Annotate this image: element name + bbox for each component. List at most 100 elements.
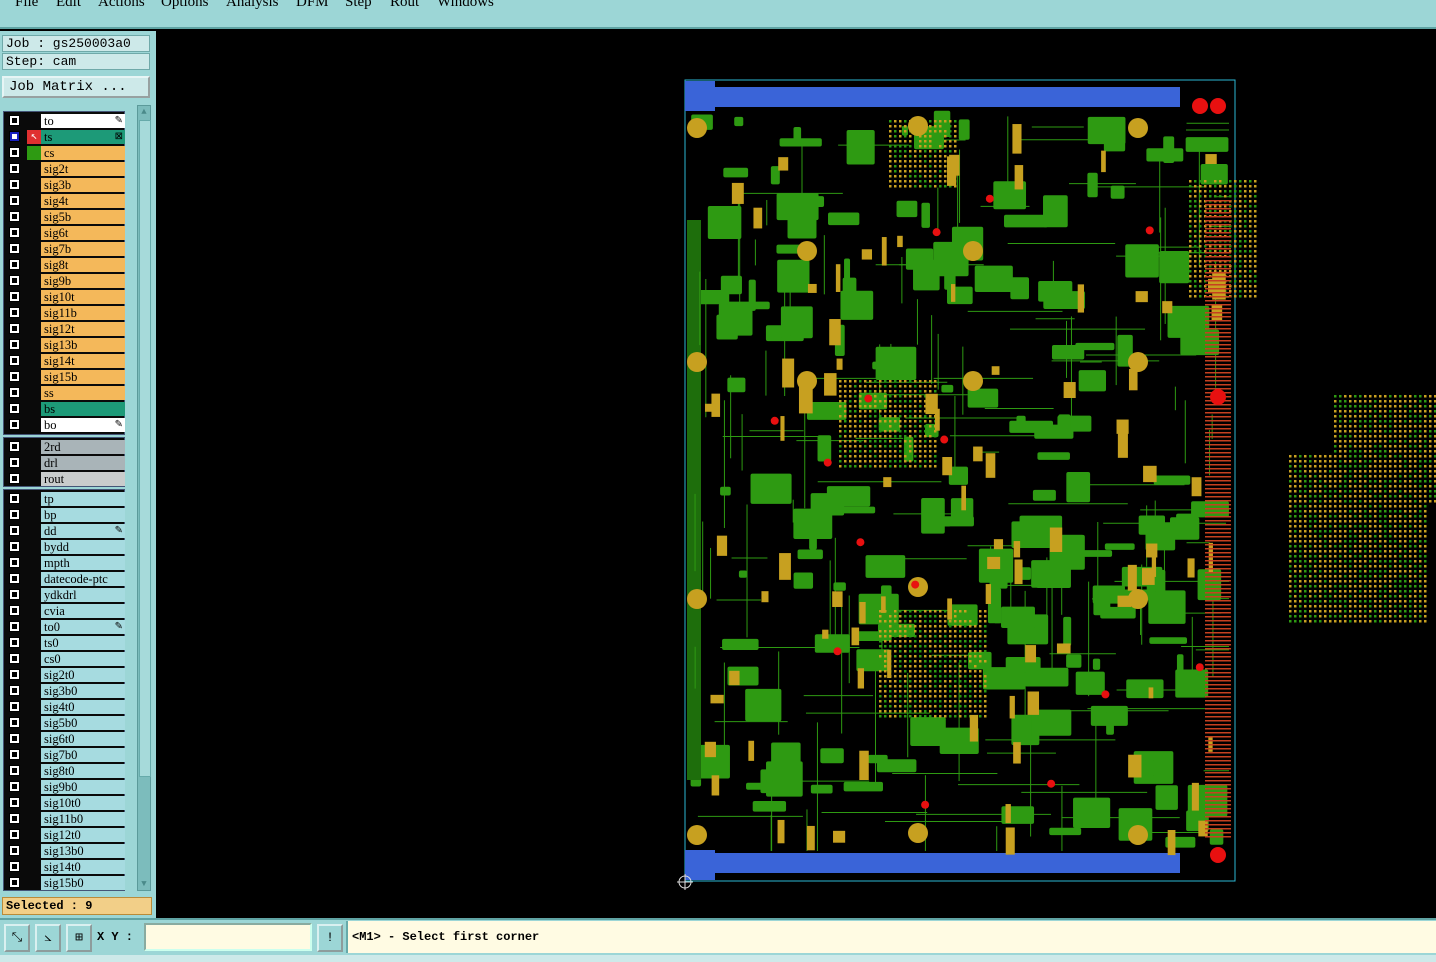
layer-row-mpth[interactable]: mpth xyxy=(4,555,125,571)
layer-checkbox[interactable] xyxy=(9,637,20,648)
layer-row-sig13b[interactable]: sig13b xyxy=(4,337,125,353)
layer-checkbox[interactable] xyxy=(9,717,20,728)
scroll-down-arrow-icon[interactable]: ▼ xyxy=(139,878,149,890)
layer-row-ss[interactable]: ss xyxy=(4,385,125,401)
layer-row-bp[interactable]: bp xyxy=(4,507,125,523)
layer-row-bs[interactable]: bs xyxy=(4,401,125,417)
layer-checkbox[interactable] xyxy=(9,355,20,366)
menu-edit[interactable]: Edit xyxy=(56,0,81,11)
layer-checkbox[interactable] xyxy=(9,243,20,254)
layer-row-sig15b0[interactable]: sig15b0 xyxy=(4,875,125,891)
layer-checkbox[interactable] xyxy=(9,493,20,504)
scroll-up-arrow-icon[interactable]: ▲ xyxy=(139,106,149,118)
layer-name[interactable]: drl xyxy=(41,456,125,470)
layer-row-cs[interactable]: cs xyxy=(4,145,125,161)
layer-name[interactable]: sig10t xyxy=(41,290,125,304)
layer-name[interactable]: ts ⊠ xyxy=(41,130,125,144)
layer-name[interactable]: sig12t0 xyxy=(41,828,125,842)
layer-row-sig10t0[interactable]: sig10t0 xyxy=(4,795,125,811)
layer-name[interactable]: sig8t xyxy=(41,258,125,272)
layer-name[interactable]: sig14t0 xyxy=(41,860,125,874)
layer-checkbox[interactable] xyxy=(9,211,20,222)
layer-row-sig5b0[interactable]: sig5b0 xyxy=(4,715,125,731)
layer-checkbox[interactable] xyxy=(9,473,20,484)
layer-checkbox[interactable] xyxy=(9,749,20,760)
layer-row-sig2t0[interactable]: sig2t0 xyxy=(4,667,125,683)
layer-checkbox[interactable] xyxy=(9,147,20,158)
layer-row-2rd[interactable]: 2rd xyxy=(4,439,125,455)
layer-name[interactable]: sig5b0 xyxy=(41,716,125,730)
layer-name[interactable]: ts0 xyxy=(41,636,125,650)
layer-name[interactable]: rout xyxy=(41,472,125,486)
layer-row-sig12t0[interactable]: sig12t0 xyxy=(4,827,125,843)
layer-checkbox[interactable] xyxy=(9,541,20,552)
layer-row-to0[interactable]: to0 ✎ xyxy=(4,619,125,635)
layer-row-sig4t0[interactable]: sig4t0 xyxy=(4,699,125,715)
layer-checkbox[interactable] xyxy=(9,291,20,302)
alert-icon[interactable]: ! xyxy=(317,924,343,952)
layer-checkbox[interactable] xyxy=(9,441,20,452)
layer-row-bo[interactable]: bo ✎ xyxy=(4,417,125,433)
layer-checkbox[interactable] xyxy=(9,589,20,600)
layer-name[interactable]: sig15b xyxy=(41,370,125,384)
layer-list-scrollbar[interactable]: ▲ ▼ xyxy=(137,105,151,891)
layer-checkbox[interactable] xyxy=(9,669,20,680)
layer-name[interactable]: sig10t0 xyxy=(41,796,125,810)
layer-checkbox[interactable] xyxy=(9,131,20,142)
layer-name[interactable]: to ✎ xyxy=(41,114,125,128)
layer-name[interactable]: datecode-ptc xyxy=(41,572,125,586)
layer-row-ydkdrl[interactable]: ydkdrl xyxy=(4,587,125,603)
layer-row-sig13b0[interactable]: sig13b0 xyxy=(4,843,125,859)
layer-checkbox[interactable] xyxy=(9,877,20,888)
layer-checkbox[interactable] xyxy=(9,115,20,126)
layer-row-sig7b0[interactable]: sig7b0 xyxy=(4,747,125,763)
layer-checkbox[interactable] xyxy=(9,605,20,616)
graphic-canvas[interactable] xyxy=(156,31,1436,918)
layer-name[interactable]: cvia xyxy=(41,604,125,618)
layer-row-datecode-ptc[interactable]: datecode-ptc xyxy=(4,571,125,587)
layer-name[interactable]: sig12t xyxy=(41,322,125,336)
layer-name[interactable]: mpth xyxy=(41,556,125,570)
layer-row-bydd[interactable]: bydd xyxy=(4,539,125,555)
layer-name[interactable]: ss xyxy=(41,386,125,400)
layer-checkbox[interactable] xyxy=(9,653,20,664)
layer-name[interactable]: sig6t0 xyxy=(41,732,125,746)
layer-row-sig14t[interactable]: sig14t xyxy=(4,353,125,369)
layer-checkbox[interactable] xyxy=(9,733,20,744)
menu-dfm[interactable]: DFM xyxy=(296,0,329,11)
layer-name[interactable]: sig9b xyxy=(41,274,125,288)
menu-rout[interactable]: Rout xyxy=(390,0,419,11)
layer-checkbox[interactable] xyxy=(9,701,20,712)
layer-name[interactable]: tp xyxy=(41,492,125,506)
layer-name[interactable]: sig4t0 xyxy=(41,700,125,714)
layer-row-ts[interactable]: ↖ ts ⊠ xyxy=(4,129,125,145)
menu-windows[interactable]: Windows xyxy=(437,0,494,11)
layer-row-sig8t0[interactable]: sig8t0 xyxy=(4,763,125,779)
pcb-board-view[interactable] xyxy=(156,31,1436,918)
layer-row-to[interactable]: to ✎ xyxy=(4,113,125,129)
layer-row-sig11b[interactable]: sig11b xyxy=(4,305,125,321)
layer-checkbox[interactable] xyxy=(9,557,20,568)
layer-checkbox[interactable] xyxy=(9,323,20,334)
layer-checkbox[interactable] xyxy=(9,685,20,696)
layer-name[interactable]: to0 ✎ xyxy=(41,620,125,634)
layer-name[interactable]: sig13b xyxy=(41,338,125,352)
layer-row-sig6t[interactable]: sig6t xyxy=(4,225,125,241)
job-matrix-button[interactable]: Job Matrix ... xyxy=(2,76,150,98)
layer-name[interactable]: sig3b xyxy=(41,178,125,192)
layer-name[interactable]: sig2t xyxy=(41,162,125,176)
layer-checkbox[interactable] xyxy=(9,307,20,318)
layer-checkbox[interactable] xyxy=(9,829,20,840)
measure-icon[interactable]: ⦣ xyxy=(35,924,61,952)
layer-row-sig11b0[interactable]: sig11b0 xyxy=(4,811,125,827)
layer-row-sig14t0[interactable]: sig14t0 xyxy=(4,859,125,875)
layer-name[interactable]: sig14t xyxy=(41,354,125,368)
menu-analysis[interactable]: Analysis xyxy=(226,0,279,11)
layer-row-sig5b[interactable]: sig5b xyxy=(4,209,125,225)
menu-actions[interactable]: Actions xyxy=(98,0,145,11)
xy-input[interactable] xyxy=(144,923,312,951)
layer-checkbox[interactable] xyxy=(9,259,20,270)
layer-name[interactable]: sig9b0 xyxy=(41,780,125,794)
layer-checkbox[interactable] xyxy=(9,525,20,536)
layer-name[interactable]: sig15b0 xyxy=(41,876,125,890)
